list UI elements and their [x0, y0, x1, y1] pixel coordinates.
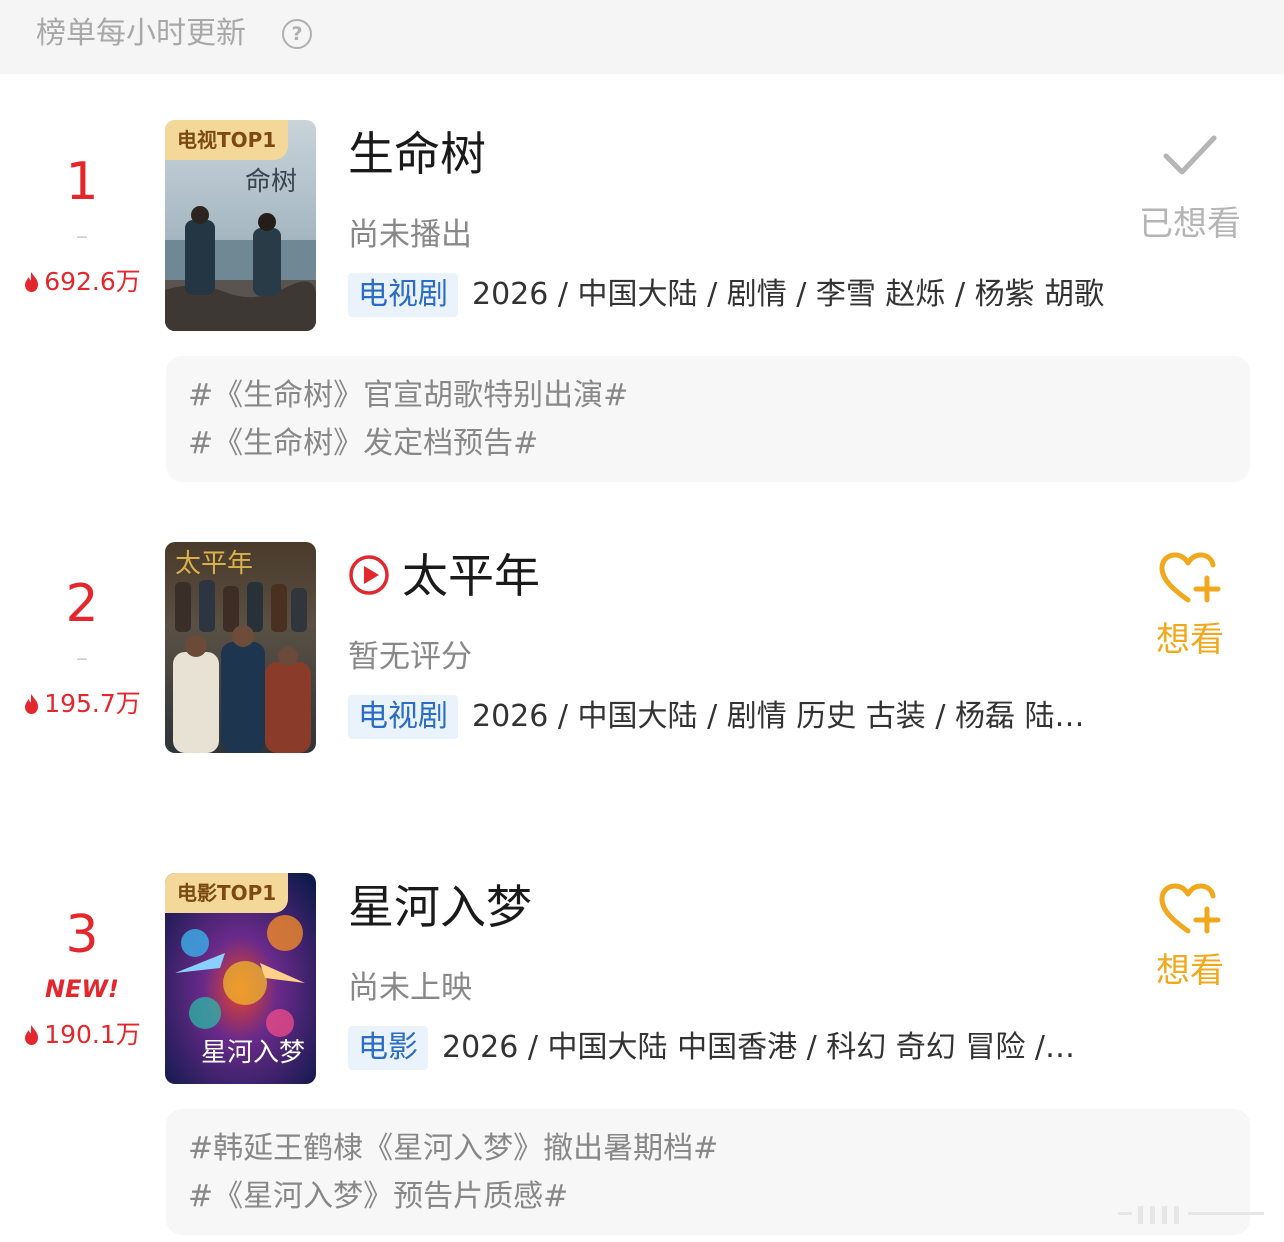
hot-topic-link[interactable]: #《生命树》官宣胡歌特别出演#	[188, 376, 628, 416]
rank-number: 2	[65, 574, 99, 634]
new-tag: NEW!	[45, 975, 119, 1003]
heat-value: 195.7万	[0, 688, 164, 720]
flame-icon	[25, 1025, 39, 1045]
rank-trend: –	[76, 222, 88, 250]
item-status: 暂无评分	[348, 639, 472, 675]
type-tag: 电影	[348, 1026, 428, 1070]
rank-trend: –	[76, 644, 88, 672]
heat-text: 692.6万	[44, 267, 141, 296]
heart-plus-icon	[1159, 883, 1221, 934]
item-title[interactable]: 太平年	[348, 548, 540, 604]
item-meta: 电视剧 2026 / 中国大陆 / 剧情 历史 古装 / 杨磊 陆…	[348, 695, 1138, 739]
svg-text:太平年: 太平年	[175, 549, 253, 579]
svg-text:命树: 命树	[245, 167, 297, 197]
poster-image[interactable]: 星河入梦 电影TOP1	[165, 873, 316, 1084]
poster-badge: 电视TOP1	[165, 120, 289, 160]
meta-text: 2026 / 中国大陆 / 剧情 / 李雪 赵烁 / 杨紫 胡歌	[472, 277, 1105, 312]
item-title[interactable]: 星河入梦	[348, 879, 532, 935]
poster-badge: 电影TOP1	[165, 873, 289, 913]
hot-topic-link[interactable]: #《星河入梦》预告片质感#	[188, 1177, 568, 1217]
update-notice-text: 榜单每小时更新	[36, 16, 246, 51]
want-to-watch-button[interactable]: 想看	[1130, 550, 1250, 662]
item-title-text: 太平年	[402, 549, 540, 603]
poster-art: 太平年	[165, 542, 316, 753]
hot-topics-box: #《生命树》官宣胡歌特别出演# #《生命树》发定档预告#	[166, 356, 1250, 482]
checkmark-icon	[1163, 135, 1217, 175]
rank-number: 3	[65, 905, 99, 965]
wanted-button[interactable]: 已想看	[1130, 130, 1250, 246]
flame-icon	[25, 694, 39, 714]
item-status: 尚未播出	[348, 217, 472, 253]
item-status: 尚未上映	[348, 970, 472, 1006]
update-notice-bar: 榜单每小时更新 ?	[0, 0, 1284, 74]
meta-text: 2026 / 中国大陆 中国香港 / 科幻 奇幻 冒险 /…	[442, 1030, 1075, 1065]
flame-icon	[25, 272, 39, 292]
heat-value: 692.6万	[0, 266, 164, 298]
type-tag: 电视剧	[348, 695, 458, 739]
watermark-mark	[1118, 1206, 1264, 1224]
heat-value: 190.1万	[0, 1019, 164, 1051]
meta-text: 2026 / 中国大陆 / 剧情 历史 古装 / 杨磊 陆…	[472, 699, 1085, 734]
want-label: 想看	[1156, 620, 1224, 660]
want-to-watch-button[interactable]: 想看	[1130, 881, 1250, 993]
hot-topics-box: #韩延王鹤棣《星河入梦》撤出暑期档# #《星河入梦》预告片质感#	[166, 1109, 1250, 1235]
hot-topic-link[interactable]: #韩延王鹤棣《星河入梦》撤出暑期档#	[188, 1129, 718, 1169]
item-meta: 电视剧 2026 / 中国大陆 / 剧情 / 李雪 赵烁 / 杨紫 胡歌	[348, 273, 1138, 317]
type-tag: 电视剧	[348, 273, 458, 317]
item-title[interactable]: 生命树	[348, 126, 486, 182]
heat-text: 195.7万	[44, 689, 141, 718]
svg-text:星河入梦: 星河入梦	[201, 1038, 305, 1068]
heat-text: 190.1万	[44, 1020, 141, 1049]
heart-plus-icon	[1159, 552, 1221, 603]
item-meta: 电影 2026 / 中国大陆 中国香港 / 科幻 奇幻 冒险 /…	[348, 1026, 1138, 1070]
hot-topic-link[interactable]: #《生命树》发定档预告#	[188, 424, 538, 464]
question-circle-icon[interactable]: ?	[282, 19, 312, 49]
play-circle-icon	[349, 555, 389, 595]
poster-image[interactable]: 太平年	[165, 542, 316, 753]
want-label: 想看	[1156, 951, 1224, 991]
wanted-label: 已想看	[1139, 204, 1241, 244]
poster-image[interactable]: 命树 电视TOP1	[165, 120, 316, 331]
rank-number: 1	[65, 152, 99, 212]
